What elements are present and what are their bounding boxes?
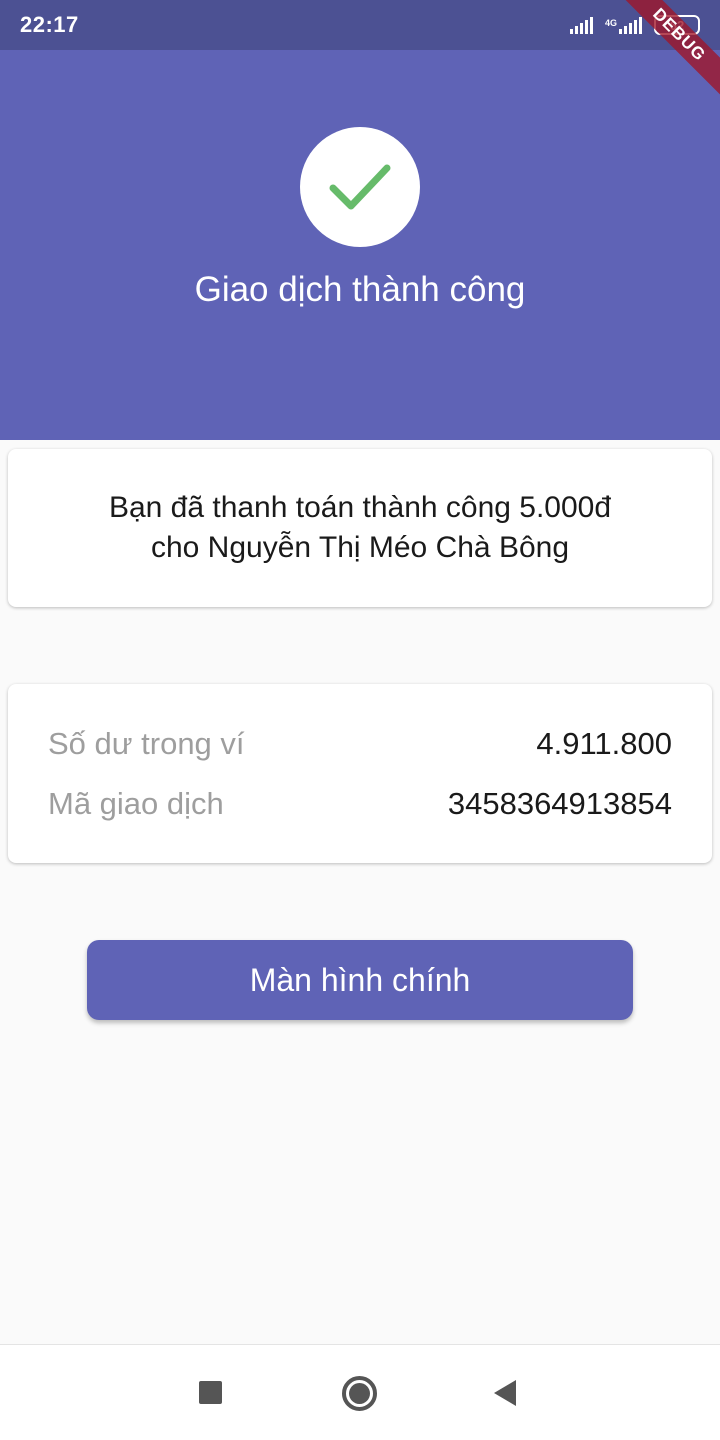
status-bar: 22:17 4G 62	[0, 0, 720, 50]
payment-message-card: Bạn đã thanh toán thành công 5.000đ cho …	[8, 449, 712, 607]
transaction-id-value: 3458364913854	[447, 786, 672, 821]
success-badge	[300, 127, 420, 247]
network-type: 4G	[604, 18, 617, 28]
status-time: 22:17	[20, 12, 79, 37]
info-row-transaction-id: Mã giao dịch 3458364913854	[48, 774, 672, 834]
home-screen-button[interactable]: Màn hình chính	[87, 940, 633, 1020]
signal-icon	[569, 16, 593, 34]
success-header: Giao dịch thành công	[0, 50, 720, 440]
transaction-info-card: Số dư trong ví 4.911.800 Mã giao dịch 34…	[8, 684, 712, 863]
page-title: Giao dịch thành công	[194, 270, 526, 309]
info-row-balance: Số dư trong ví 4.911.800	[48, 714, 672, 774]
system-nav-bar	[0, 1344, 720, 1440]
home-circle-icon[interactable]	[342, 1376, 377, 1411]
signal-4g-icon: 4G	[605, 16, 642, 34]
transaction-id-label: Mã giao dịch	[48, 786, 224, 821]
payment-message-line1: Bạn đã thanh toán thành công 5.000đ	[108, 491, 612, 524]
back-triangle-icon[interactable]	[494, 1380, 516, 1406]
recents-square-icon[interactable]	[199, 1381, 222, 1404]
payment-message: Bạn đã thanh toán thành công 5.000đ cho …	[50, 488, 670, 568]
check-icon	[329, 164, 391, 210]
payment-message-line2: cho Nguyễn Thị Méo Chà Bông	[150, 531, 570, 564]
balance-value: 4.911.800	[536, 726, 672, 761]
balance-label: Số dư trong ví	[48, 726, 245, 761]
